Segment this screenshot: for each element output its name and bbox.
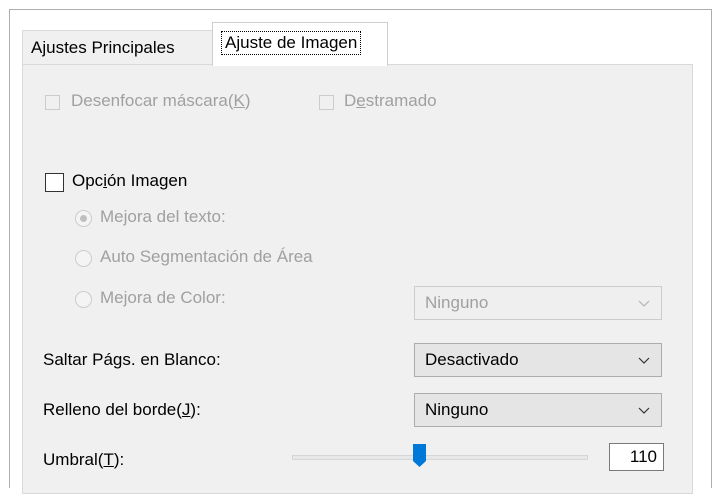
radio-auto-area-segmentation[interactable] (75, 250, 92, 267)
unsharp-mask-label: Desenfocar máscara(K) (71, 91, 251, 110)
threshold-label: Umbral(T): (43, 450, 125, 469)
threshold-slider-thumb[interactable] (412, 443, 427, 468)
radio-selected-dot (80, 215, 87, 222)
chevron-down-icon (638, 300, 650, 307)
skip-blank-pages-label: Saltar Págs. en Blanco: (43, 350, 221, 369)
edge-fill-select[interactable]: Ninguno (414, 393, 662, 427)
skip-blank-pages-value: Desactivado (425, 350, 519, 369)
tab-main-settings-label: Ajustes Principales (31, 38, 175, 57)
radio-auto-area-segmentation-label: Auto Segmentación de Área (100, 247, 313, 266)
edge-fill-label: Relleno del borde(J): (43, 400, 201, 419)
radio-text-enhance-label: Mejora del texto: (100, 207, 226, 226)
edge-fill-value: Ninguno (425, 400, 489, 419)
color-enhance-select[interactable]: Ninguno (414, 286, 662, 320)
tab-image-adjust-label: Ajuste de Imagen (221, 31, 362, 55)
descreening-checkbox[interactable] (319, 95, 334, 110)
radio-color-enhance[interactable] (75, 291, 92, 308)
descreening-label: Destramado (344, 91, 437, 110)
image-option-label: Opción Imagen (72, 171, 188, 190)
skip-blank-pages-select[interactable]: Desactivado (414, 343, 662, 377)
threshold-value-input[interactable]: 110 (609, 443, 664, 471)
tab-image-adjust[interactable]: Ajuste de Imagen (212, 22, 388, 66)
chevron-down-icon (638, 407, 650, 414)
threshold-slider-track[interactable] (292, 455, 588, 460)
tab-main-settings[interactable]: Ajustes Principales (22, 30, 214, 65)
radio-text-enhance[interactable] (75, 210, 92, 227)
image-adjust-panel (22, 64, 693, 494)
chevron-down-icon (638, 357, 650, 364)
color-enhance-select-value: Ninguno (425, 293, 489, 312)
radio-color-enhance-label: Mejora de Color: (100, 288, 226, 307)
image-option-checkbox[interactable] (45, 173, 64, 192)
unsharp-mask-checkbox[interactable] (45, 95, 60, 110)
